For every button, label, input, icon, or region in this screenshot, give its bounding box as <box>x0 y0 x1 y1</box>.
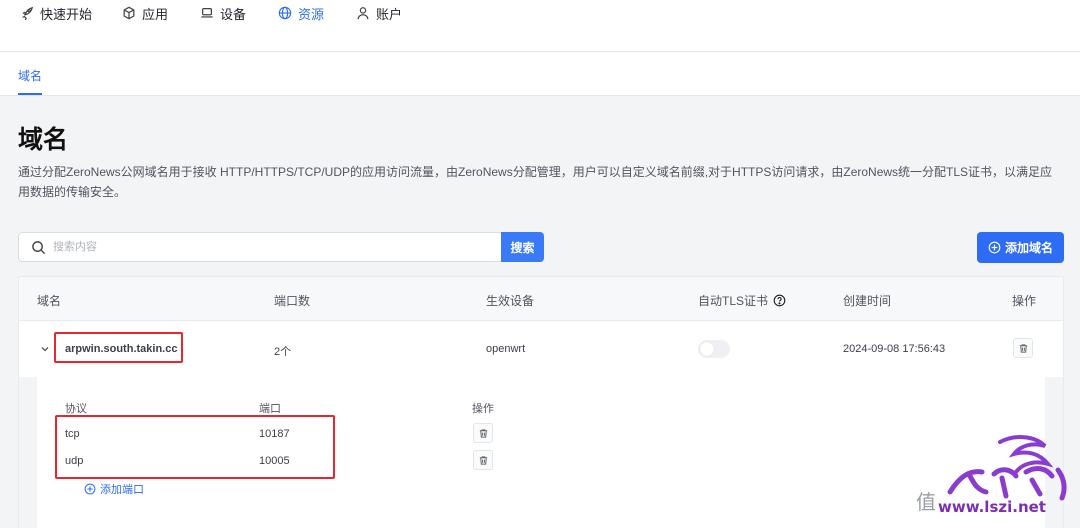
sub-header-protocol: 协议 <box>65 403 87 415</box>
sub-header-port: 端口 <box>259 403 281 415</box>
trash-icon <box>479 455 487 465</box>
help-icon[interactable] <box>773 294 786 307</box>
header-tls: 自动TLS证书 <box>698 292 786 309</box>
highlight-ports-box <box>55 415 335 479</box>
nav-item-label: 应用 <box>142 6 169 22</box>
tab-bar: 域名 <box>0 52 1080 96</box>
globe-icon <box>278 6 292 20</box>
trash-icon <box>1019 343 1027 353</box>
page-title: 域名 <box>18 126 69 154</box>
nav-item-quickstart[interactable]: 快速开始 <box>20 4 92 22</box>
tab-domains[interactable]: 域名 <box>18 67 42 84</box>
laptop-icon <box>201 8 213 18</box>
nav-item-label: 快速开始 <box>40 6 93 22</box>
watermark-char: 值 <box>916 490 936 514</box>
domain-table: 域名 端口数 生效设备 自动TLS证书 创建时间 操作 arpwin.south… <box>18 276 1064 528</box>
created-time: 2024-09-08 17:56:43 <box>843 343 946 355</box>
search-button[interactable]: 搜索 <box>501 232 544 262</box>
trash-icon <box>479 428 487 438</box>
nav-item-resources[interactable]: 资源 <box>278 4 324 22</box>
header-actions: 操作 <box>1012 294 1037 308</box>
tls-toggle[interactable] <box>698 340 730 358</box>
add-port-button[interactable]: 添加端口 <box>84 481 144 497</box>
device-name: openwrt <box>486 343 526 355</box>
table-header: 域名 端口数 生效设备 自动TLS证书 创建时间 操作 <box>19 277 1063 321</box>
port-count: 2个 <box>274 346 292 358</box>
nav-item-label: 账户 <box>376 6 403 22</box>
header-device: 生效设备 <box>486 294 535 308</box>
header-created: 创建时间 <box>843 294 892 308</box>
header-ports: 端口数 <box>274 294 311 308</box>
watermark-logo <box>947 435 1067 501</box>
page-description: 通过分配ZeroNews公网域名用于接收 HTTP/HTTPS/TCP/UDP的… <box>18 165 1053 199</box>
top-nav: 快速开始 应用 设备 资源 账户 <box>0 0 1080 52</box>
search-icon <box>32 241 46 255</box>
plus-circle-icon <box>84 483 96 495</box>
search-input[interactable] <box>53 237 493 257</box>
add-domain-label: 添加域名 <box>1004 241 1053 255</box>
cube-icon <box>123 6 135 20</box>
user-icon <box>357 7 369 20</box>
add-port-label: 添加端口 <box>100 484 144 496</box>
search-box <box>18 232 502 262</box>
sub-header-actions: 操作 <box>472 403 494 415</box>
plus-circle-icon <box>988 241 1001 254</box>
nav-item-label: 设备 <box>220 6 247 22</box>
nav-item-devices[interactable]: 设备 <box>200 4 246 22</box>
header-domain: 域名 <box>37 294 62 308</box>
delete-domain-button[interactable] <box>1013 338 1033 358</box>
delete-port-button[interactable] <box>473 423 493 443</box>
chevron-down-icon[interactable] <box>39 343 51 355</box>
add-domain-button[interactable]: 添加域名 <box>977 232 1064 263</box>
delete-port-button[interactable] <box>473 450 493 470</box>
highlight-domain-box <box>54 332 183 363</box>
toggle-knob <box>700 342 714 356</box>
nav-item-label: 资源 <box>298 6 325 22</box>
nav-item-account[interactable]: 账户 <box>356 4 402 22</box>
watermark-site: www.lszi.net <box>938 498 1046 516</box>
rocket-icon <box>22 6 34 20</box>
header-tls-label: 自动TLS证书 <box>698 294 769 308</box>
tab-active-indicator <box>18 93 42 95</box>
nav-item-apps[interactable]: 应用 <box>122 4 168 22</box>
